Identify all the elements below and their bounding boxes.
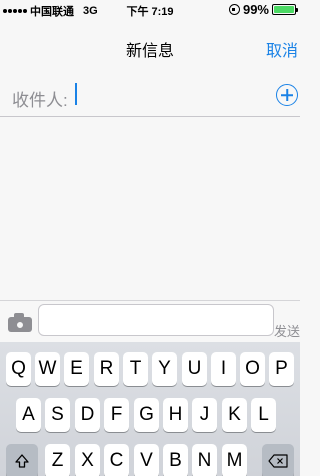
compose-bar: 发送 bbox=[0, 300, 300, 342]
key-q[interactable]: Q bbox=[6, 352, 31, 386]
battery-percent: 99% bbox=[242, 2, 269, 17]
key-b[interactable]: B bbox=[163, 444, 188, 476]
recipient-row[interactable]: 收件人: bbox=[0, 70, 300, 117]
key-a[interactable]: A bbox=[16, 398, 41, 432]
key-l[interactable]: L bbox=[251, 398, 276, 432]
key-z[interactable]: Z bbox=[45, 444, 70, 476]
message-history-area bbox=[0, 118, 300, 300]
recipient-label: 收件人: bbox=[12, 91, 68, 110]
battery-icon bbox=[272, 4, 298, 15]
key-u[interactable]: U bbox=[182, 352, 207, 386]
key-h[interactable]: H bbox=[163, 398, 188, 432]
status-right: 99% bbox=[228, 2, 298, 17]
key-f[interactable]: F bbox=[104, 398, 129, 432]
nav-bar: 新信息 取消 bbox=[0, 20, 300, 70]
key-p[interactable]: P bbox=[269, 352, 294, 386]
key-o[interactable]: O bbox=[240, 352, 265, 386]
key-k[interactable]: K bbox=[222, 398, 247, 432]
key-g[interactable]: G bbox=[134, 398, 159, 432]
key-n[interactable]: N bbox=[192, 444, 217, 476]
key-v[interactable]: V bbox=[134, 444, 159, 476]
send-button[interactable]: 发送 bbox=[274, 321, 300, 340]
cancel-button[interactable]: 取消 bbox=[266, 37, 298, 61]
key-w[interactable]: W bbox=[35, 352, 60, 386]
key-i[interactable]: I bbox=[211, 352, 236, 386]
camera-icon[interactable] bbox=[8, 313, 32, 332]
key-t[interactable]: T bbox=[123, 352, 148, 386]
plus-circle-icon[interactable] bbox=[276, 84, 298, 106]
key-c[interactable]: C bbox=[104, 444, 129, 476]
rotation-lock-icon bbox=[228, 4, 240, 15]
page-title: 新信息 bbox=[125, 43, 174, 60]
key-j[interactable]: J bbox=[192, 398, 217, 432]
key-s[interactable]: S bbox=[45, 398, 70, 432]
key-x[interactable]: X bbox=[75, 444, 100, 476]
text-cursor bbox=[75, 83, 77, 105]
key-y[interactable]: Y bbox=[152, 352, 177, 386]
message-input[interactable] bbox=[38, 304, 274, 336]
shift-icon[interactable] bbox=[6, 444, 38, 476]
keyboard: Q W E R T Y U I O P A S D F G H J K L Z … bbox=[0, 342, 300, 476]
status-bar: 中国联通 3G 下午 7:19 99% bbox=[0, 0, 300, 20]
key-d[interactable]: D bbox=[75, 398, 100, 432]
key-e[interactable]: E bbox=[64, 352, 89, 386]
backspace-icon[interactable] bbox=[262, 444, 294, 476]
key-r[interactable]: R bbox=[94, 352, 119, 386]
battery-fill bbox=[274, 6, 294, 13]
key-m[interactable]: M bbox=[222, 444, 247, 476]
